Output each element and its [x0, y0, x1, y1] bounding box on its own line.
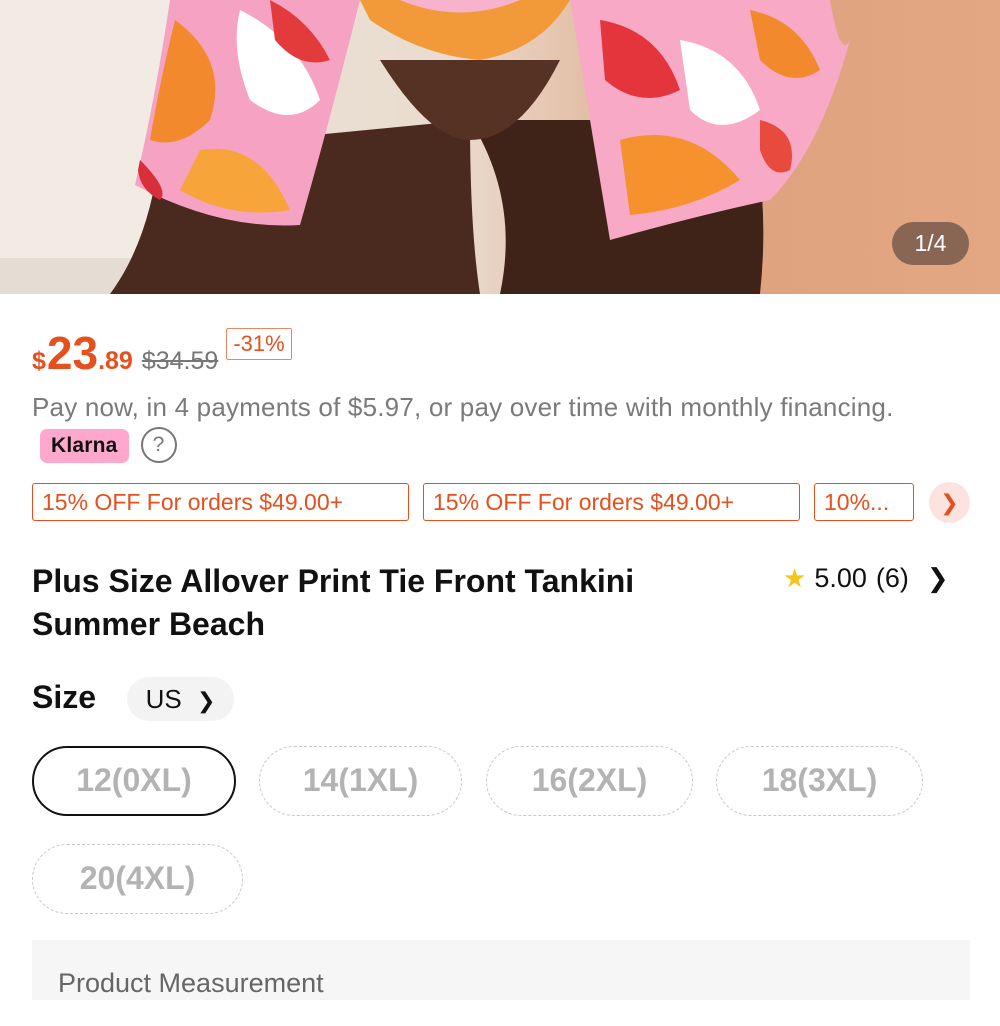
size-region-label: US — [145, 684, 182, 714]
klarna-text: Pay now, in 4 payments of $5.97, or pay … — [32, 392, 894, 422]
coupon-chip-2[interactable]: 15% OFF For orders $49.00+ — [423, 483, 800, 521]
product-image-gallery[interactable]: 1/4 — [0, 0, 1000, 294]
price-integer: 23 — [46, 327, 99, 379]
price-row: $ 23 .89 $34.59 -31% — [32, 326, 292, 379]
star-icon: ★ — [783, 562, 807, 593]
product-title: Plus Size Allover Print Tie Front Tankin… — [32, 563, 635, 642]
product-measurement-label: Product Measurement — [58, 968, 324, 998]
product-measurement-section[interactable]: Product Measurement — [32, 940, 970, 1000]
rating-value: 5.00 — [814, 562, 867, 593]
size-option-14[interactable]: 14(1XL) — [259, 746, 462, 816]
chevron-right-icon: ❯ — [196, 688, 216, 713]
klarna-logo: Klarna — [40, 429, 129, 464]
original-price: $34.59 — [141, 347, 219, 375]
size-option-18[interactable]: 18(3XL) — [716, 746, 923, 816]
product-photo — [0, 0, 850, 294]
coupon-chip-3[interactable]: 10%... — [814, 483, 914, 521]
klarna-financing-info: Pay now, in 4 payments of $5.97, or pay … — [32, 388, 932, 466]
price-decimal: .89 — [98, 347, 133, 375]
coupon-next-chevron-icon[interactable]: ❯ — [929, 482, 970, 523]
review-count: (6) — [875, 562, 909, 593]
size-option-20[interactable]: 20(4XL) — [32, 844, 243, 914]
rating-summary[interactable]: ★ 5.00 (6) ❯ — [783, 561, 949, 595]
coupon-chip-1[interactable]: 15% OFF For orders $49.00+ — [32, 483, 409, 521]
size-label: Size — [32, 679, 97, 715]
size-region-selector[interactable]: US ❯ — [127, 677, 234, 721]
size-option-16[interactable]: 16(2XL) — [486, 746, 693, 816]
size-option-12[interactable]: 12(0XL) — [32, 746, 236, 816]
help-icon[interactable]: ? — [140, 427, 177, 464]
price-currency: $ — [32, 347, 46, 375]
discount-badge: -31% — [226, 328, 292, 360]
chevron-right-icon: ❯ — [926, 562, 949, 593]
image-counter: 1/4 — [892, 222, 969, 265]
